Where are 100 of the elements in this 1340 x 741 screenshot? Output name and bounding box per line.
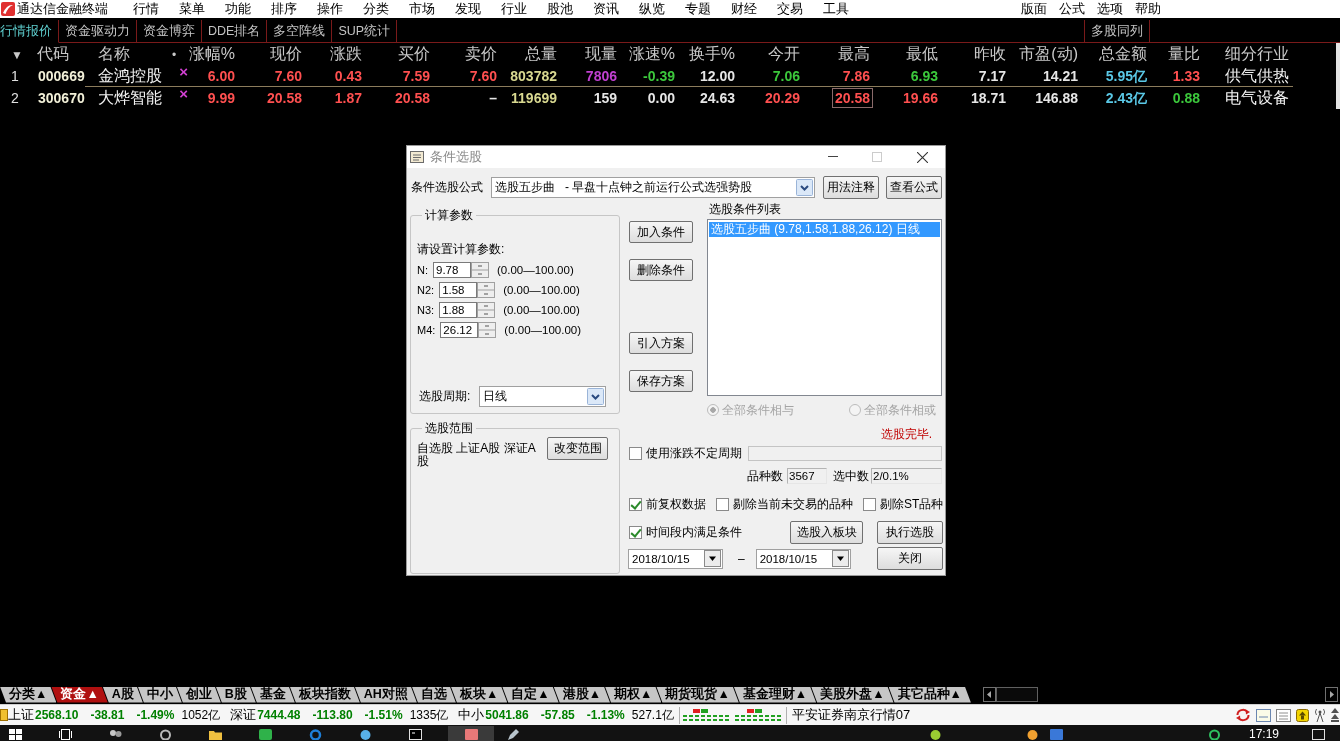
menu-item[interactable]: 发现 [455, 1, 481, 17]
market-tab[interactable]: B股 [215, 686, 256, 703]
column-header[interactable]: ▼ [11, 47, 23, 62]
market-tab[interactable]: 资金▲ [51, 686, 108, 703]
checkbox[interactable] [629, 497, 642, 511]
view-tab[interactable]: SUP统计 [332, 20, 398, 43]
menu-item[interactable]: 排序 [271, 1, 297, 17]
date-picker[interactable]: 2018/10/15 [755, 548, 851, 569]
double-up-arrow-icon[interactable] [1331, 708, 1339, 722]
column-header[interactable]: 换手% [688, 44, 735, 65]
market-tab[interactable]: 分类▲ [0, 686, 57, 703]
table-row[interactable]: 2 300670 大烨智能 × 9.99 20.58 1.87 20.58 – 119699 159 0.00 24.63 20.29 20.58 19.66 18.71 146.88 2.43亿 0.88 电气设备 [0, 87, 1300, 109]
market-tab[interactable]: 基金 [250, 686, 295, 703]
terminal-icon[interactable] [409, 729, 422, 740]
view-tab[interactable]: 多空阵线 [267, 20, 333, 43]
refresh-icon[interactable] [1235, 708, 1251, 722]
dialog-button[interactable]: 查看公式 [886, 176, 942, 199]
market-tab[interactable]: 板块▲ [450, 686, 508, 703]
circle-icon[interactable] [359, 729, 372, 740]
window-icon[interactable] [1256, 708, 1271, 722]
menu-item[interactable]: 财经 [731, 1, 757, 17]
scrollbar-thumb[interactable] [995, 687, 1038, 702]
param-input[interactable]: 1.58 [439, 282, 478, 298]
column-header[interactable]: 现价 [270, 44, 302, 65]
ring-icon[interactable] [159, 729, 172, 740]
column-header[interactable]: 涨速% [628, 44, 675, 65]
dialog-button[interactable]: 引入方案 [629, 332, 693, 354]
column-header[interactable]: 涨跌 [330, 44, 362, 65]
dialog-button[interactable]: 执行选股 [877, 521, 943, 544]
start-icon[interactable] [9, 729, 22, 740]
market-tab[interactable]: 美股外盘▲ [811, 686, 894, 703]
column-header[interactable]: • [172, 47, 177, 62]
column-header[interactable]: 市盈(动) [1019, 44, 1078, 65]
column-header[interactable]: 量比 [1168, 44, 1200, 65]
taskbar-button[interactable] [448, 726, 494, 741]
market-tab[interactable]: 基金理财▲ [733, 686, 817, 703]
view-tab[interactable]: 行情报价 [0, 20, 59, 43]
menu-item[interactable]: 纵览 [639, 1, 665, 17]
pencil-icon[interactable] [506, 729, 519, 740]
param-input[interactable]: 26.12 [440, 322, 479, 338]
checkbox[interactable] [863, 497, 876, 511]
task-view-icon[interactable] [59, 729, 72, 740]
menu-item[interactable]: 功能 [225, 1, 251, 17]
menu-item[interactable]: 行情 [133, 1, 159, 17]
antenna-icon[interactable] [1314, 708, 1326, 722]
checkbox[interactable] [716, 497, 729, 511]
market-tab[interactable]: 其它品种▲ [888, 686, 971, 703]
menu-item[interactable]: 公式 [1059, 1, 1085, 17]
view-tab[interactable]: 资金驱动力 [59, 20, 137, 43]
dialog-button[interactable]: 删除条件 [629, 259, 693, 281]
param-input[interactable]: 9.78 [433, 262, 471, 278]
formula-select[interactable]: 选股五步曲 - 早盘十点钟之前运行公式选强势股 [491, 177, 816, 198]
column-header[interactable]: 买价 [398, 44, 430, 65]
ring-icon[interactable] [309, 729, 322, 740]
scrollbar-thumb[interactable] [1336, 43, 1340, 109]
dialog-button[interactable]: 加入条件 [629, 221, 693, 243]
ring-icon[interactable] [1208, 729, 1221, 740]
market-tab[interactable]: 期权▲ [605, 686, 662, 703]
menu-item[interactable]: 交易 [777, 1, 803, 17]
column-header[interactable]: 昨收 [974, 44, 1006, 65]
market-tab[interactable]: 期货现货▲ [656, 686, 739, 703]
column-header[interactable]: 代码 [37, 44, 69, 65]
view-tab[interactable]: 资金博弈 [137, 20, 202, 43]
menu-item[interactable]: 版面 [1021, 1, 1047, 17]
menu-item[interactable]: 工具 [823, 1, 849, 17]
market-tab[interactable]: AH对照 [354, 686, 417, 703]
menu-item[interactable]: 菜单 [179, 1, 205, 17]
circle-icon[interactable] [1026, 729, 1039, 740]
market-tab[interactable]: 自选 [411, 686, 456, 703]
dialog-button[interactable]: 用法注释 [823, 176, 880, 199]
column-header[interactable]: 最低 [906, 44, 938, 65]
dialog-button[interactable]: 关闭 [877, 547, 943, 570]
upload-icon[interactable] [1296, 708, 1309, 722]
column-header[interactable]: 卖价 [465, 44, 497, 65]
column-header[interactable]: 涨幅% [188, 44, 235, 65]
dialog-button[interactable]: 选股入板块 [790, 521, 863, 544]
minimize-icon[interactable] [828, 156, 838, 158]
dialog-button[interactable]: 保存方案 [629, 370, 693, 392]
menu-item[interactable]: 行业 [501, 1, 527, 17]
close-icon[interactable] [917, 151, 928, 163]
menu-item[interactable]: 市场 [409, 1, 435, 17]
column-header[interactable]: 最高 [838, 44, 870, 65]
view-tab[interactable]: 多股同列 [1084, 20, 1150, 43]
checkbox[interactable] [629, 446, 642, 460]
period-field[interactable] [748, 445, 942, 461]
dialog-button[interactable]: 改变范围 [547, 437, 608, 460]
menu-item[interactable]: 专题 [685, 1, 711, 17]
market-tab[interactable]: 创业 [176, 686, 221, 703]
column-header[interactable]: 总量 [525, 44, 557, 65]
menu-item[interactable]: 操作 [317, 1, 343, 17]
view-tab[interactable]: DDE排名 [202, 20, 268, 43]
column-header[interactable]: 现量 [585, 44, 617, 65]
menu-item[interactable]: 资讯 [593, 1, 619, 17]
notification-icon[interactable] [1312, 729, 1326, 740]
market-tab[interactable]: 自定▲ [502, 686, 559, 703]
menu-item[interactable]: 选项 [1097, 1, 1123, 17]
circle-icon[interactable] [929, 729, 942, 740]
period-select[interactable]: 日线 [479, 386, 607, 407]
folder-icon[interactable] [209, 729, 222, 740]
caret-right-icon[interactable] [1325, 687, 1338, 702]
